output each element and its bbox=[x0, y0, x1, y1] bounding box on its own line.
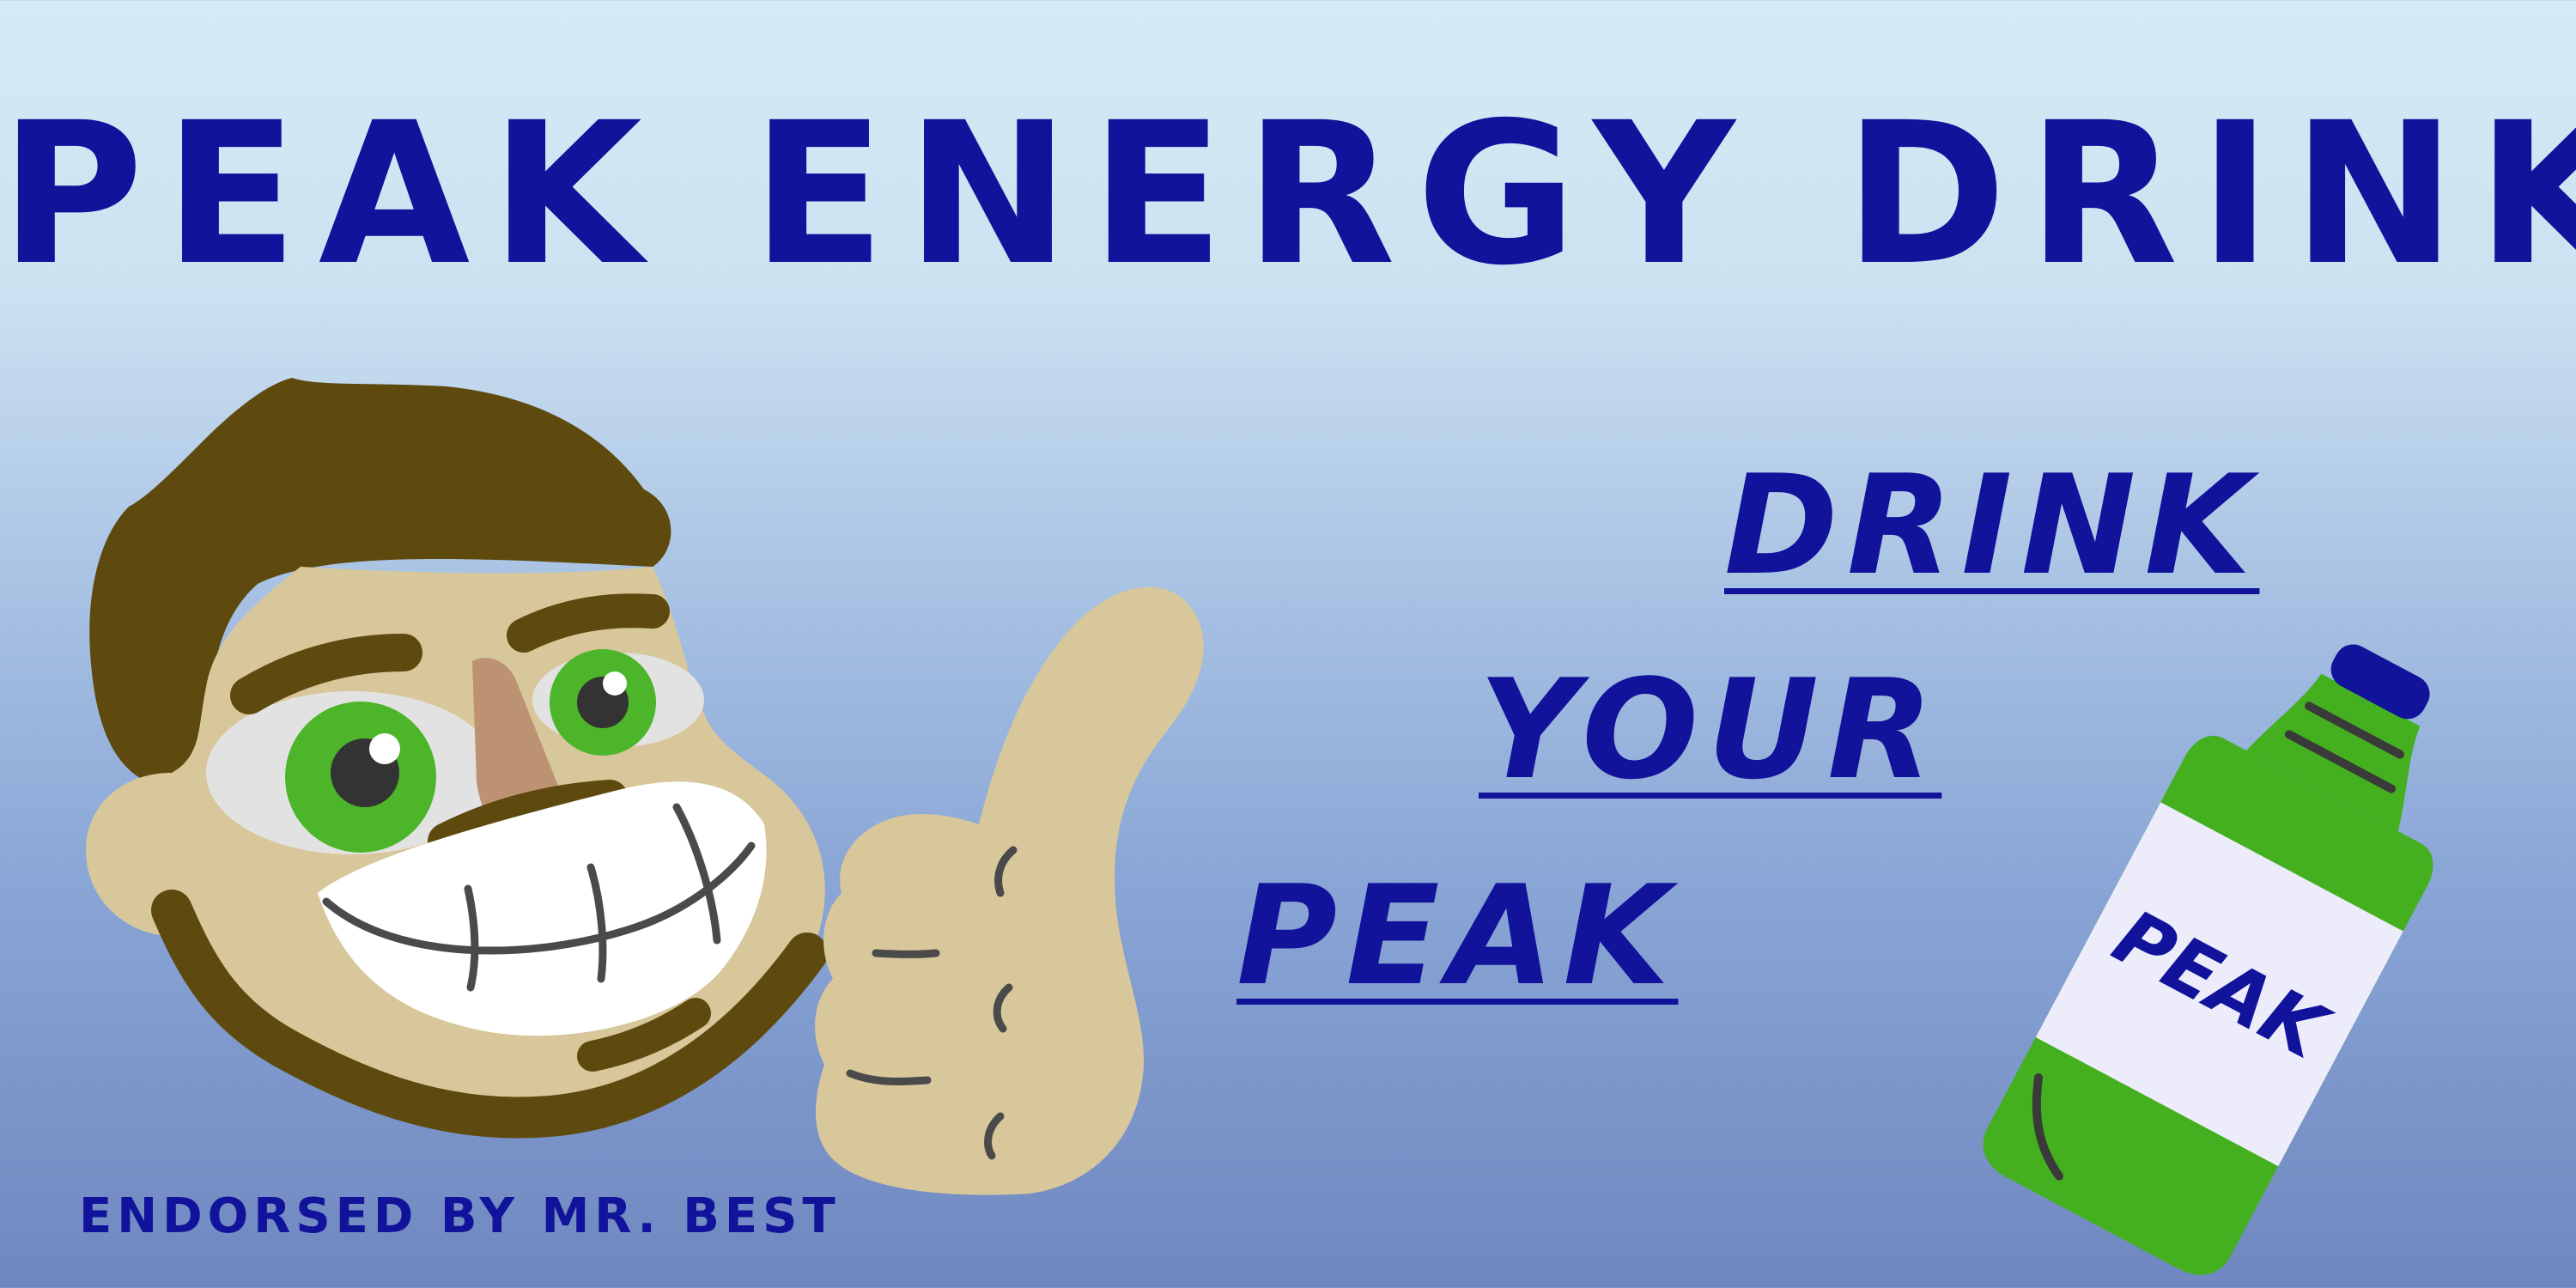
mascot-finger-line-1 bbox=[872, 949, 940, 958]
mascot-thumbs-up-hand bbox=[815, 586, 1204, 1195]
headline: PEAK ENERGY DRINK bbox=[0, 80, 2576, 308]
slogan-line-3: PEAK bbox=[1236, 855, 1679, 1016]
slogan-line-2: YOUR bbox=[1479, 649, 1942, 810]
mascot-illustration bbox=[86, 378, 1204, 1195]
mascot-right-eye-glint bbox=[603, 671, 627, 696]
endorsement-text: ENDORSED BY MR. BEST bbox=[79, 1188, 841, 1244]
slogan-line-1: DRINK bbox=[1724, 445, 2260, 605]
peak-bottle-illustration: PEAK bbox=[1983, 644, 2433, 1275]
mascot-left-eye-glint bbox=[369, 733, 400, 764]
